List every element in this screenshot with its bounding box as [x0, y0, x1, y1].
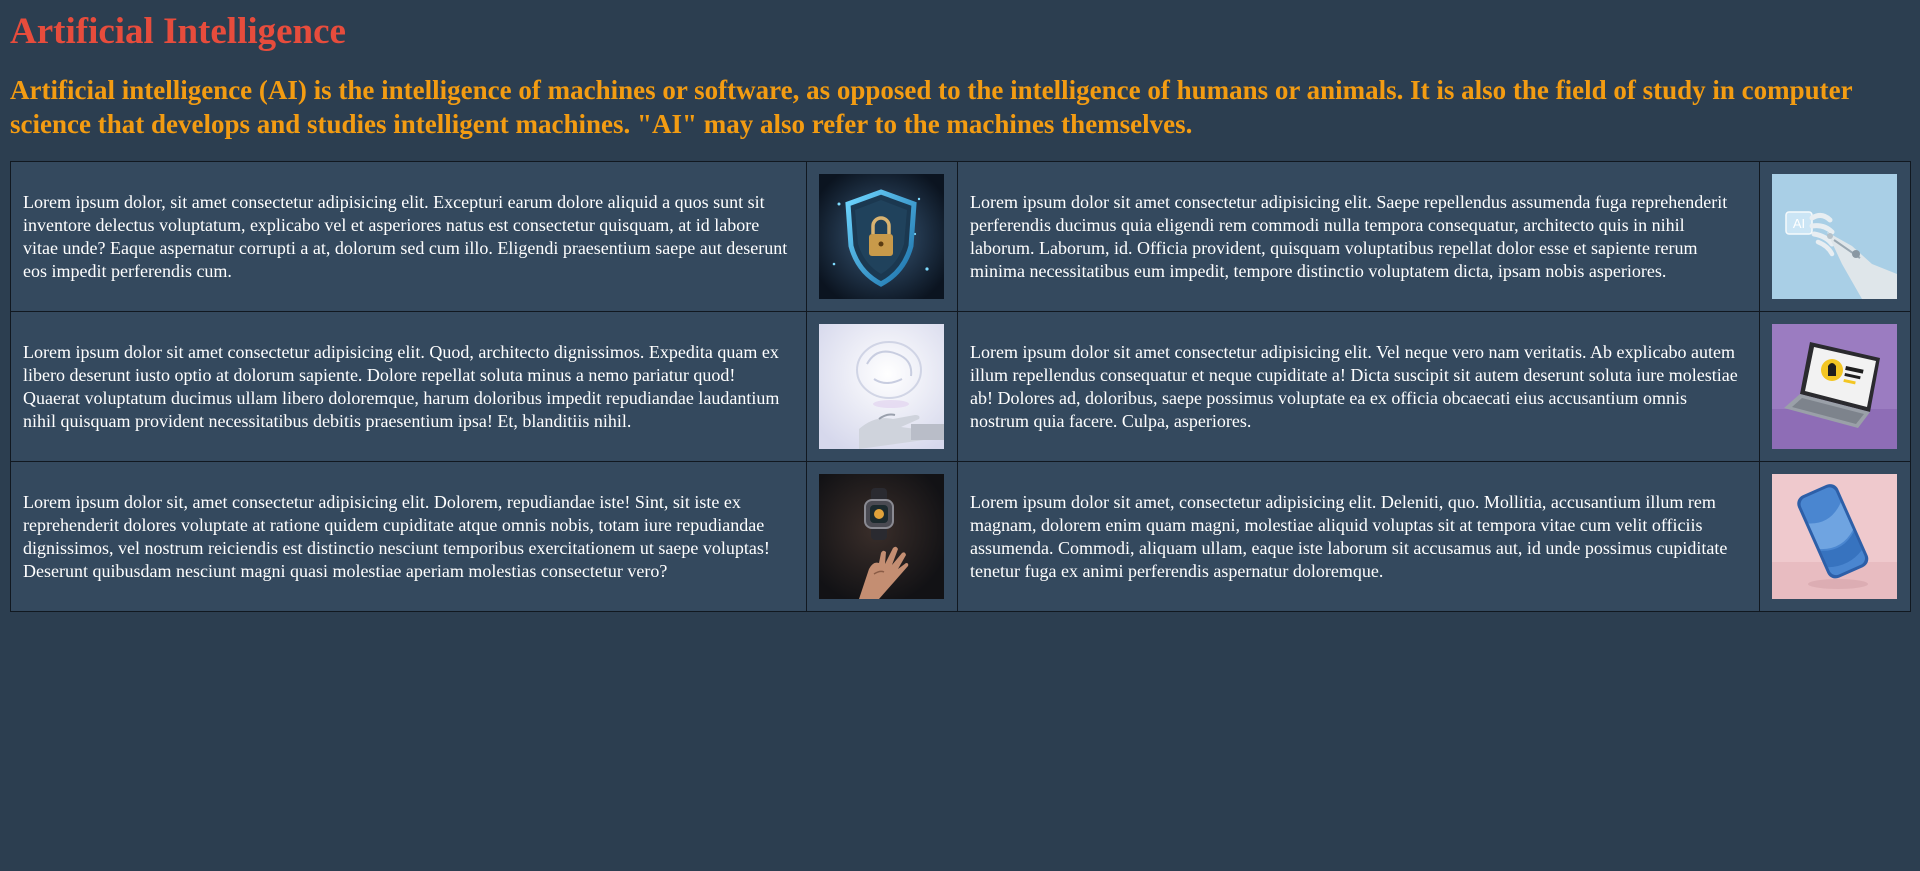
table-row: Lorem ipsum dolor sit, amet consectetur … — [10, 461, 1911, 612]
text-cell: Lorem ipsum dolor sit amet consectetur a… — [10, 311, 807, 462]
page-subtitle: Artificial intelligence (AI) is the inte… — [10, 75, 1853, 139]
hand-smartwatch-image — [819, 474, 944, 599]
table-row: Lorem ipsum dolor sit amet consectetur a… — [10, 311, 1911, 462]
table-row: Lorem ipsum dolor, sit amet consectetur … — [10, 161, 1911, 312]
laptop-purple-image — [1772, 324, 1897, 449]
image-cell — [806, 161, 958, 312]
image-cell — [1759, 311, 1911, 462]
shield-lock-image — [819, 174, 944, 299]
ai-badge-text: AI — [1793, 216, 1805, 231]
image-cell — [1759, 461, 1911, 612]
content-table: Lorem ipsum dolor, sit amet consectetur … — [10, 161, 1911, 612]
text-cell: Lorem ipsum dolor sit amet consectetur a… — [957, 161, 1760, 312]
text-cell: Lorem ipsum dolor sit, amet consectetur … — [10, 461, 807, 612]
text-cell: Lorem ipsum dolor sit amet consectetur a… — [957, 311, 1760, 462]
image-cell: AI — [1759, 161, 1911, 312]
page-title: Artificial Intelligence — [10, 11, 346, 52]
robot-hand-ai-image: AI — [1772, 174, 1897, 299]
robot-hand-brain-image — [819, 324, 944, 449]
image-cell — [806, 311, 958, 462]
image-cell — [806, 461, 958, 612]
page: Artificial Intelligence Artificial intel… — [0, 0, 1920, 612]
text-cell: Lorem ipsum dolor sit amet, consectetur … — [957, 461, 1760, 612]
smartphone-pink-image — [1772, 474, 1897, 599]
text-cell: Lorem ipsum dolor, sit amet consectetur … — [10, 161, 807, 312]
